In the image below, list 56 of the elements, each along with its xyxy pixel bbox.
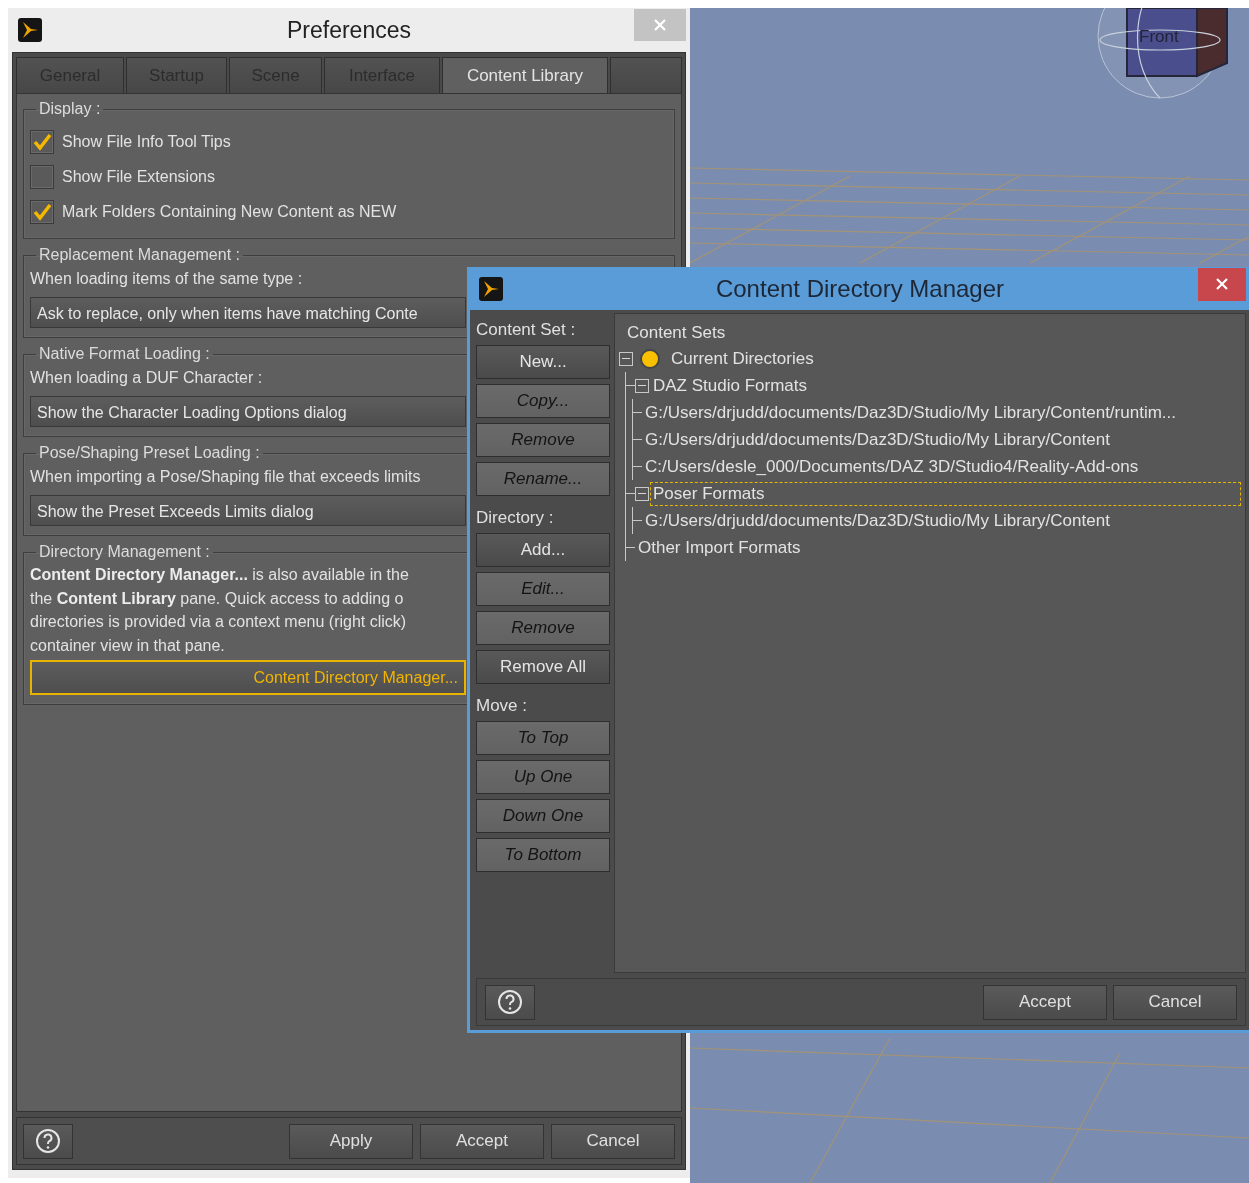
sidebar-button[interactable]: New... [476, 345, 610, 379]
checkbox-label: Mark Folders Containing New Content as NEW [62, 202, 397, 221]
sidebar-button[interactable]: Remove All [476, 650, 610, 684]
tree-item[interactable]: G:/Users/drjudd/documents/Daz3D/Studio/My Library/Content [642, 427, 1113, 452]
checkbox-label: Show File Info Tool Tips [62, 132, 231, 151]
sidebar-button[interactable]: Add... [476, 533, 610, 567]
field-label: When loading items of the same type : [30, 269, 303, 289]
dropdown[interactable]: Show the Character Loading Options dialog [30, 396, 466, 427]
collapse-toggle-icon[interactable] [619, 351, 633, 366]
help-icon [497, 989, 523, 1015]
tree-item[interactable]: C:/Users/desle_000/Documents/DAZ 3D/Studio4/Reality-Add-ons [642, 454, 1142, 479]
tree-item[interactable]: G:/Users/drjudd/documents/Daz3D/Studio/My Library/Content [642, 508, 1113, 533]
app-logo-icon [479, 276, 503, 301]
dropdown[interactable]: Ask to replace, only when items have matching Conte [30, 297, 466, 328]
field-label: When importing a Pose/Shaping file that exceeds limits [30, 467, 421, 487]
section-label: Content Set : [476, 319, 577, 341]
group-title: Replacement Management : [38, 246, 241, 264]
group-title: Directory Management : [38, 543, 211, 561]
tree-header: Content Sets [626, 322, 727, 344]
tree-item[interactable]: G:/Users/drjudd/documents/Daz3D/Studio/My Library/Content/runtim... [642, 400, 1179, 425]
content-directory-manager-button[interactable]: Content Directory Manager... [30, 660, 466, 695]
checkbox-label: Show File Extensions [62, 167, 215, 186]
tree-item[interactable]: Current Directories [668, 346, 817, 371]
navigation-cube-drawing[interactable] [1097, 8, 1228, 99]
group-title: Pose/Shaping Preset Loading : [38, 444, 261, 462]
group-title: Native Format Loading : [38, 345, 211, 363]
field-label: When loading a DUF Character : [30, 368, 263, 388]
section-label: Directory : [476, 507, 555, 529]
help-icon [35, 1128, 61, 1154]
checkbox[interactable] [30, 129, 54, 154]
close-button[interactable] [1198, 267, 1246, 301]
dialog-button[interactable]: Cancel [1113, 984, 1237, 1020]
group-title: Display : [38, 100, 102, 118]
window-title: Content Directory Manager [715, 274, 1005, 303]
section-label: Move : [476, 695, 529, 717]
dialog-button[interactable]: Cancel [551, 1123, 675, 1159]
collapse-toggle-icon[interactable] [635, 486, 649, 501]
tree-item[interactable]: Poser Formats [650, 481, 1241, 506]
description-text: Content Directory Manager... is also available in the the Content Library pane. Quick access to adding o directories is provided via a context menu (right click) container view in that pane. [30, 565, 409, 656]
close-icon [653, 18, 667, 32]
cube-label: Front [1139, 27, 1179, 46]
tree-item[interactable]: DAZ Studio Formats [650, 373, 810, 398]
close-icon [1215, 277, 1229, 291]
help-button[interactable] [23, 1123, 73, 1159]
app-logo-icon [18, 18, 42, 42]
dialog-button[interactable]: Accept [983, 984, 1107, 1020]
tab[interactable]: Content Library [442, 57, 608, 93]
collapse-toggle-icon[interactable] [635, 378, 649, 393]
dropdown[interactable]: Show the Preset Exceeds Limits dialog [30, 495, 466, 526]
checkbox[interactable] [30, 199, 54, 224]
dialog-button[interactable]: Accept [420, 1123, 544, 1159]
tree-item[interactable]: Other Import Formats [635, 535, 804, 560]
window-title: Preferences [287, 16, 411, 44]
checkbox[interactable] [30, 164, 54, 189]
help-button[interactable] [485, 984, 535, 1020]
dialog-button[interactable]: Apply [289, 1123, 413, 1159]
